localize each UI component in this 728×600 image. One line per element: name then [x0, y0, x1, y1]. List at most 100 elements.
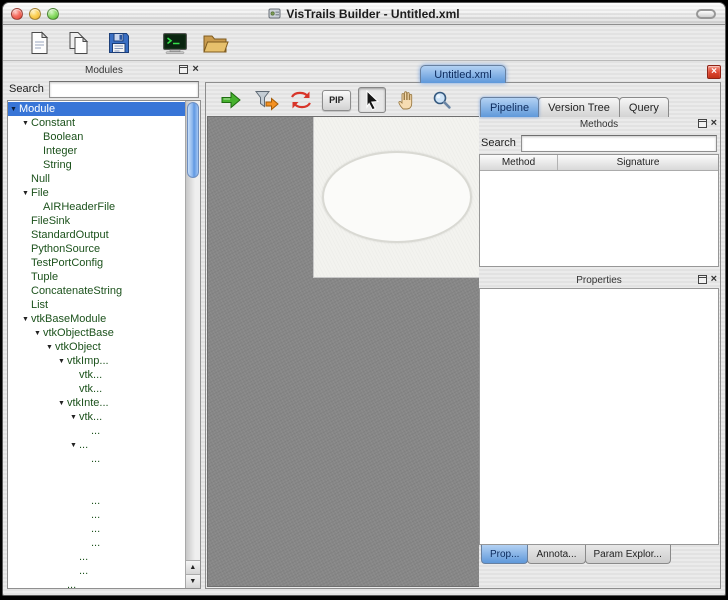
- expand-arrow-icon[interactable]: ▼: [68, 442, 79, 449]
- tree-item[interactable]: TestPortConfig: [8, 256, 185, 270]
- tab-query[interactable]: Query: [619, 97, 669, 117]
- tree-item[interactable]: List: [8, 298, 185, 312]
- expand-arrow-icon[interactable]: ▼: [20, 316, 31, 323]
- tree-item[interactable]: ▼vtk...: [8, 410, 185, 424]
- tab-pipeline[interactable]: Pipeline: [480, 97, 539, 117]
- tree-item[interactable]: PythonSource: [8, 242, 185, 256]
- tree-item[interactable]: ...: [8, 424, 185, 438]
- methods-panel-header[interactable]: Methods ×: [479, 117, 719, 132]
- tree-item-label: vtkObjectBase: [43, 327, 114, 339]
- execute-button[interactable]: [217, 87, 245, 113]
- expand-arrow-icon[interactable]: ▼: [32, 330, 43, 337]
- tree-item[interactable]: ▼Module: [8, 102, 185, 116]
- tree-item[interactable]: String: [8, 158, 185, 172]
- tree-item[interactable]: ...: [8, 564, 185, 578]
- tree-item-label: PythonSource: [31, 243, 100, 255]
- tree-item[interactable]: [8, 466, 185, 480]
- expand-arrow-icon[interactable]: ▼: [56, 358, 67, 365]
- expand-arrow-icon[interactable]: ▼: [20, 190, 31, 197]
- tree-item[interactable]: Boolean: [8, 130, 185, 144]
- expand-arrow-icon[interactable]: ▼: [44, 344, 55, 351]
- scroll-down-button[interactable]: ▼: [186, 574, 200, 588]
- close-window-button[interactable]: [11, 8, 23, 20]
- console-button[interactable]: [159, 28, 191, 58]
- properties-float-icon[interactable]: [698, 275, 707, 284]
- tree-item[interactable]: ...: [8, 452, 185, 466]
- tree-item[interactable]: ▼Constant: [8, 116, 185, 130]
- expand-arrow-icon[interactable]: ▼: [20, 120, 31, 127]
- tree-item[interactable]: ▼vtkObjectBase: [8, 326, 185, 340]
- tree-item[interactable]: ...: [8, 508, 185, 522]
- expand-arrow-icon[interactable]: ▼: [68, 414, 79, 421]
- methods-search-input[interactable]: [521, 135, 717, 152]
- module-tree-view: ▼Module▼ConstantBooleanIntegerStringNull…: [7, 100, 201, 589]
- methods-panel-title: Methods: [580, 119, 618, 130]
- scroll-up-button[interactable]: ▲: [186, 560, 200, 574]
- column-header-method[interactable]: Method: [480, 155, 558, 170]
- methods-close-icon[interactable]: ×: [711, 118, 717, 128]
- tab-properties[interactable]: Prop...: [481, 545, 528, 564]
- pipeline-canvas[interactable]: [207, 116, 479, 587]
- tree-item[interactable]: ▼...: [8, 438, 185, 452]
- tree-item[interactable]: [8, 480, 185, 494]
- save-vistrail-button[interactable]: [103, 28, 135, 58]
- tree-item[interactable]: Null: [8, 172, 185, 186]
- new-vistrail-button[interactable]: [23, 28, 55, 58]
- version-node-ellipse[interactable]: [322, 151, 472, 243]
- expand-arrow-icon[interactable]: ▼: [56, 400, 67, 407]
- tree-item[interactable]: ▼File: [8, 186, 185, 200]
- tree-item[interactable]: ▼vtkInte...: [8, 396, 185, 410]
- modules-panel-header[interactable]: Modules ×: [7, 63, 201, 78]
- close-tab-button[interactable]: ×: [707, 65, 721, 79]
- tree-item[interactable]: vtk...: [8, 368, 185, 382]
- select-tool-button[interactable]: [358, 87, 386, 113]
- scrollbar-track[interactable]: [186, 101, 200, 560]
- open-vistrail-button[interactable]: [63, 28, 95, 58]
- import-button[interactable]: [199, 28, 231, 58]
- minimize-window-button[interactable]: [29, 8, 41, 20]
- tab-version-tree[interactable]: Version Tree: [538, 97, 620, 117]
- tree-item[interactable]: ...: [8, 578, 185, 588]
- properties-close-icon[interactable]: ×: [711, 274, 717, 284]
- zoom-window-button[interactable]: [47, 8, 59, 20]
- tree-item-label: vtkBaseModule: [31, 313, 106, 325]
- tab-annotations[interactable]: Annota...: [527, 545, 585, 564]
- zoom-tool-button[interactable]: [428, 87, 456, 113]
- filter-button[interactable]: [252, 87, 280, 113]
- tree-item[interactable]: ▼vtkObject: [8, 340, 185, 354]
- tree-item[interactable]: ...: [8, 522, 185, 536]
- column-header-signature[interactable]: Signature: [558, 155, 718, 170]
- methods-search-label: Search: [481, 137, 516, 149]
- pip-button[interactable]: PIP: [322, 90, 351, 111]
- version-button[interactable]: [287, 87, 315, 113]
- tree-item[interactable]: ...: [8, 536, 185, 550]
- tree-item[interactable]: Tuple: [8, 270, 185, 284]
- tree-item[interactable]: ▼vtkBaseModule: [8, 312, 185, 326]
- toolbar-toggle-button[interactable]: [696, 9, 716, 19]
- tree-item[interactable]: ▼vtkImp...: [8, 354, 185, 368]
- methods-float-icon[interactable]: [698, 119, 707, 128]
- tab-param-exploration[interactable]: Param Explor...: [585, 545, 671, 564]
- scrollbar-thumb[interactable]: [187, 102, 199, 178]
- tree-item[interactable]: vtk...: [8, 382, 185, 396]
- tree-item[interactable]: ConcatenateString: [8, 284, 185, 298]
- pan-tool-button[interactable]: [393, 87, 421, 113]
- tree-item[interactable]: StandardOutput: [8, 228, 185, 242]
- properties-tab-bar: Prop... Annota... Param Explor...: [479, 545, 719, 565]
- modules-close-icon[interactable]: ×: [192, 64, 198, 74]
- tree-item[interactable]: AIRHeaderFile: [8, 200, 185, 214]
- tree-item[interactable]: Integer: [8, 144, 185, 158]
- titlebar[interactable]: VisTrails Builder - Untitled.xml: [3, 3, 725, 25]
- expand-arrow-icon[interactable]: ▼: [8, 106, 19, 113]
- pip-view[interactable]: [313, 117, 479, 278]
- tree-item-label: String: [43, 159, 72, 171]
- modules-float-icon[interactable]: [179, 65, 188, 74]
- tree-item-label: ...: [91, 453, 100, 465]
- modules-scrollbar[interactable]: ▲ ▼: [185, 101, 200, 588]
- tree-item[interactable]: ...: [8, 494, 185, 508]
- document-tab[interactable]: Untitled.xml: [420, 65, 505, 83]
- tree-item[interactable]: ...: [8, 550, 185, 564]
- tree-item[interactable]: FileSink: [8, 214, 185, 228]
- modules-search-input[interactable]: [49, 81, 199, 98]
- properties-panel-header[interactable]: Properties ×: [479, 273, 719, 288]
